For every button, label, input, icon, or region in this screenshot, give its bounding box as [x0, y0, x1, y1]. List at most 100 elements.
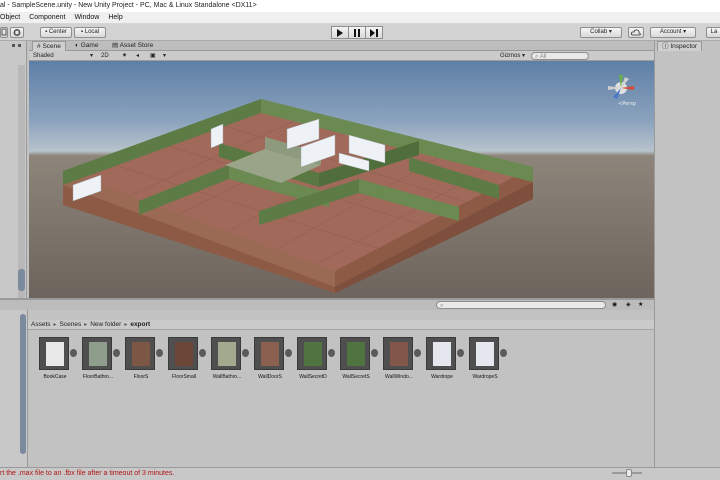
scene-tab-bar: # Scene ◐ Game ▤ Asset Store — [29, 41, 654, 51]
pause-button[interactable] — [348, 26, 366, 39]
pivot-center-icon: ▪ — [45, 29, 48, 35]
pivot-local-button[interactable]: ▪ Local — [74, 27, 106, 38]
project-folder-tree — [0, 310, 28, 467]
filter-label-icon[interactable]: ◈ — [626, 301, 631, 308]
sun-icon: ✷ — [122, 53, 128, 59]
asset-preview-shape — [390, 342, 408, 366]
asset-label: WardropeS — [472, 374, 498, 380]
asset-label: WallBathro... — [212, 374, 242, 380]
account-button[interactable]: Account ▾ — [650, 27, 696, 38]
expand-arrow-icon[interactable] — [156, 349, 163, 357]
expand-arrow-icon[interactable] — [328, 349, 335, 357]
filter-type-icon[interactable]: ◉ — [612, 301, 617, 308]
hierarchy-scroll-thumb[interactable] — [18, 269, 25, 291]
hierarchy-panel — [0, 41, 27, 306]
asset-thumbnail — [254, 337, 284, 370]
expand-arrow-icon[interactable] — [199, 349, 206, 357]
layers-button[interactable]: La — [706, 27, 720, 38]
shading-mode-dropdown[interactable]: Shaded ▾ — [33, 52, 95, 60]
image-icon: ▣ — [150, 53, 156, 59]
lighting-toggle[interactable]: ✷ — [122, 52, 127, 60]
asset-item[interactable]: FloorBathro... — [78, 337, 120, 387]
asset-item[interactable]: WallSecretS — [336, 337, 378, 387]
asset-item[interactable]: FloorS — [121, 337, 163, 387]
expand-arrow-icon[interactable] — [285, 349, 292, 357]
icon-size-slider-thumb[interactable] — [626, 469, 632, 477]
expand-arrow-icon[interactable] — [414, 349, 421, 357]
menu-component[interactable]: Component — [29, 14, 65, 21]
gizmos-label: Gizmos — [500, 53, 521, 59]
expand-arrow-icon[interactable] — [457, 349, 464, 357]
scene-visibility-dropdown[interactable]: ▾ — [163, 52, 166, 60]
asset-item[interactable]: WallBathro... — [207, 337, 249, 387]
breadcrumb-export[interactable]: export — [130, 321, 150, 328]
step-icon — [370, 28, 378, 37]
asset-preview-shape — [347, 342, 365, 366]
scene-search-input[interactable]: ⌕ All — [531, 52, 589, 60]
rect-tool-button[interactable] — [0, 27, 8, 38]
layers-label: La — [710, 29, 718, 35]
folder-tree-scroll-thumb[interactable] — [20, 314, 26, 454]
expand-arrow-icon[interactable] — [70, 349, 77, 357]
breadcrumb-scenes[interactable]: Scenes — [60, 321, 82, 328]
project-search-input[interactable]: ⌕ — [436, 301, 606, 309]
tab-game[interactable]: ◐ Game — [71, 41, 102, 51]
asset-thumbnail — [297, 337, 327, 370]
expand-arrow-icon[interactable] — [500, 349, 507, 357]
audio-toggle[interactable]: ◂ — [136, 52, 139, 60]
account-label: Account — [659, 29, 682, 35]
transform-tool-button[interactable] — [10, 27, 24, 38]
breadcrumb-new-folder[interactable]: New folder — [90, 321, 121, 328]
asset-thumbnail — [426, 337, 456, 370]
cloud-button[interactable] — [628, 27, 644, 38]
transform-tool-icon — [13, 29, 21, 36]
asset-thumbnail — [211, 337, 241, 370]
step-button[interactable] — [365, 26, 383, 39]
asset-item[interactable]: FloorSmall — [164, 337, 206, 387]
asset-item[interactable]: Wardrope — [422, 337, 464, 387]
asset-label: Wardrope — [431, 374, 453, 380]
speaker-icon: ◂ — [136, 53, 140, 59]
asset-item[interactable]: WallDoorS — [250, 337, 292, 387]
expand-arrow-icon[interactable] — [113, 349, 120, 357]
tab-scene[interactable]: # Scene — [32, 41, 66, 51]
pivot-center-button[interactable]: ▪ Center — [40, 27, 72, 38]
tab-asset-store[interactable]: ▤ Asset Store — [108, 41, 157, 51]
tab-game-label: Game — [80, 42, 99, 49]
panel-options-icon[interactable] — [10, 42, 24, 50]
window-title: al - SampleScene.unity - New Unity Proje… — [0, 2, 257, 9]
favorite-icon[interactable]: ★ — [638, 301, 643, 308]
menu-help[interactable]: Help — [108, 14, 122, 21]
menu-object[interactable]: Object — [0, 14, 20, 21]
chevron-right-icon: ▸ — [84, 322, 88, 328]
svg-text:<Persp: <Persp — [618, 101, 636, 107]
scene-render[interactable]: <Persp — [29, 61, 654, 298]
scene-search-placeholder: All — [539, 54, 547, 60]
scene-viewport[interactable]: <Persp — [29, 61, 654, 298]
scene-tab-icon: # — [37, 43, 41, 50]
game-tab-icon: ◐ — [75, 42, 79, 49]
asset-item[interactable]: WallWindo... — [379, 337, 421, 387]
mode-2d-toggle[interactable]: 2D — [101, 52, 115, 60]
asset-item[interactable]: WallSecretD — [293, 337, 335, 387]
effects-dropdown[interactable]: ▣ — [150, 52, 156, 60]
mode-2d-label: 2D — [101, 53, 109, 59]
chevron-down-icon: ▾ — [89, 53, 93, 59]
play-icon — [337, 28, 343, 37]
breadcrumb-assets[interactable]: Assets — [31, 321, 51, 328]
asset-item[interactable]: BookCase — [35, 337, 77, 387]
play-button[interactable] — [331, 26, 349, 39]
asset-thumbnail — [125, 337, 155, 370]
hierarchy-scrollbar[interactable] — [18, 65, 25, 303]
search-icon: ⌕ — [440, 303, 444, 309]
collab-label: Collab — [590, 29, 608, 35]
orientation-gizmo[interactable]: <Persp — [608, 75, 636, 107]
asset-item[interactable]: WardropeS — [465, 337, 507, 387]
expand-arrow-icon[interactable] — [371, 349, 378, 357]
expand-arrow-icon[interactable] — [242, 349, 249, 357]
gizmos-dropdown[interactable]: Gizmos ▾ — [500, 52, 530, 60]
tab-inspector[interactable]: ⓘ Inspector — [657, 41, 703, 51]
asset-preview-shape — [218, 342, 236, 366]
collab-button[interactable]: Collab ▾ — [580, 27, 622, 38]
menu-window[interactable]: Window — [74, 14, 99, 21]
